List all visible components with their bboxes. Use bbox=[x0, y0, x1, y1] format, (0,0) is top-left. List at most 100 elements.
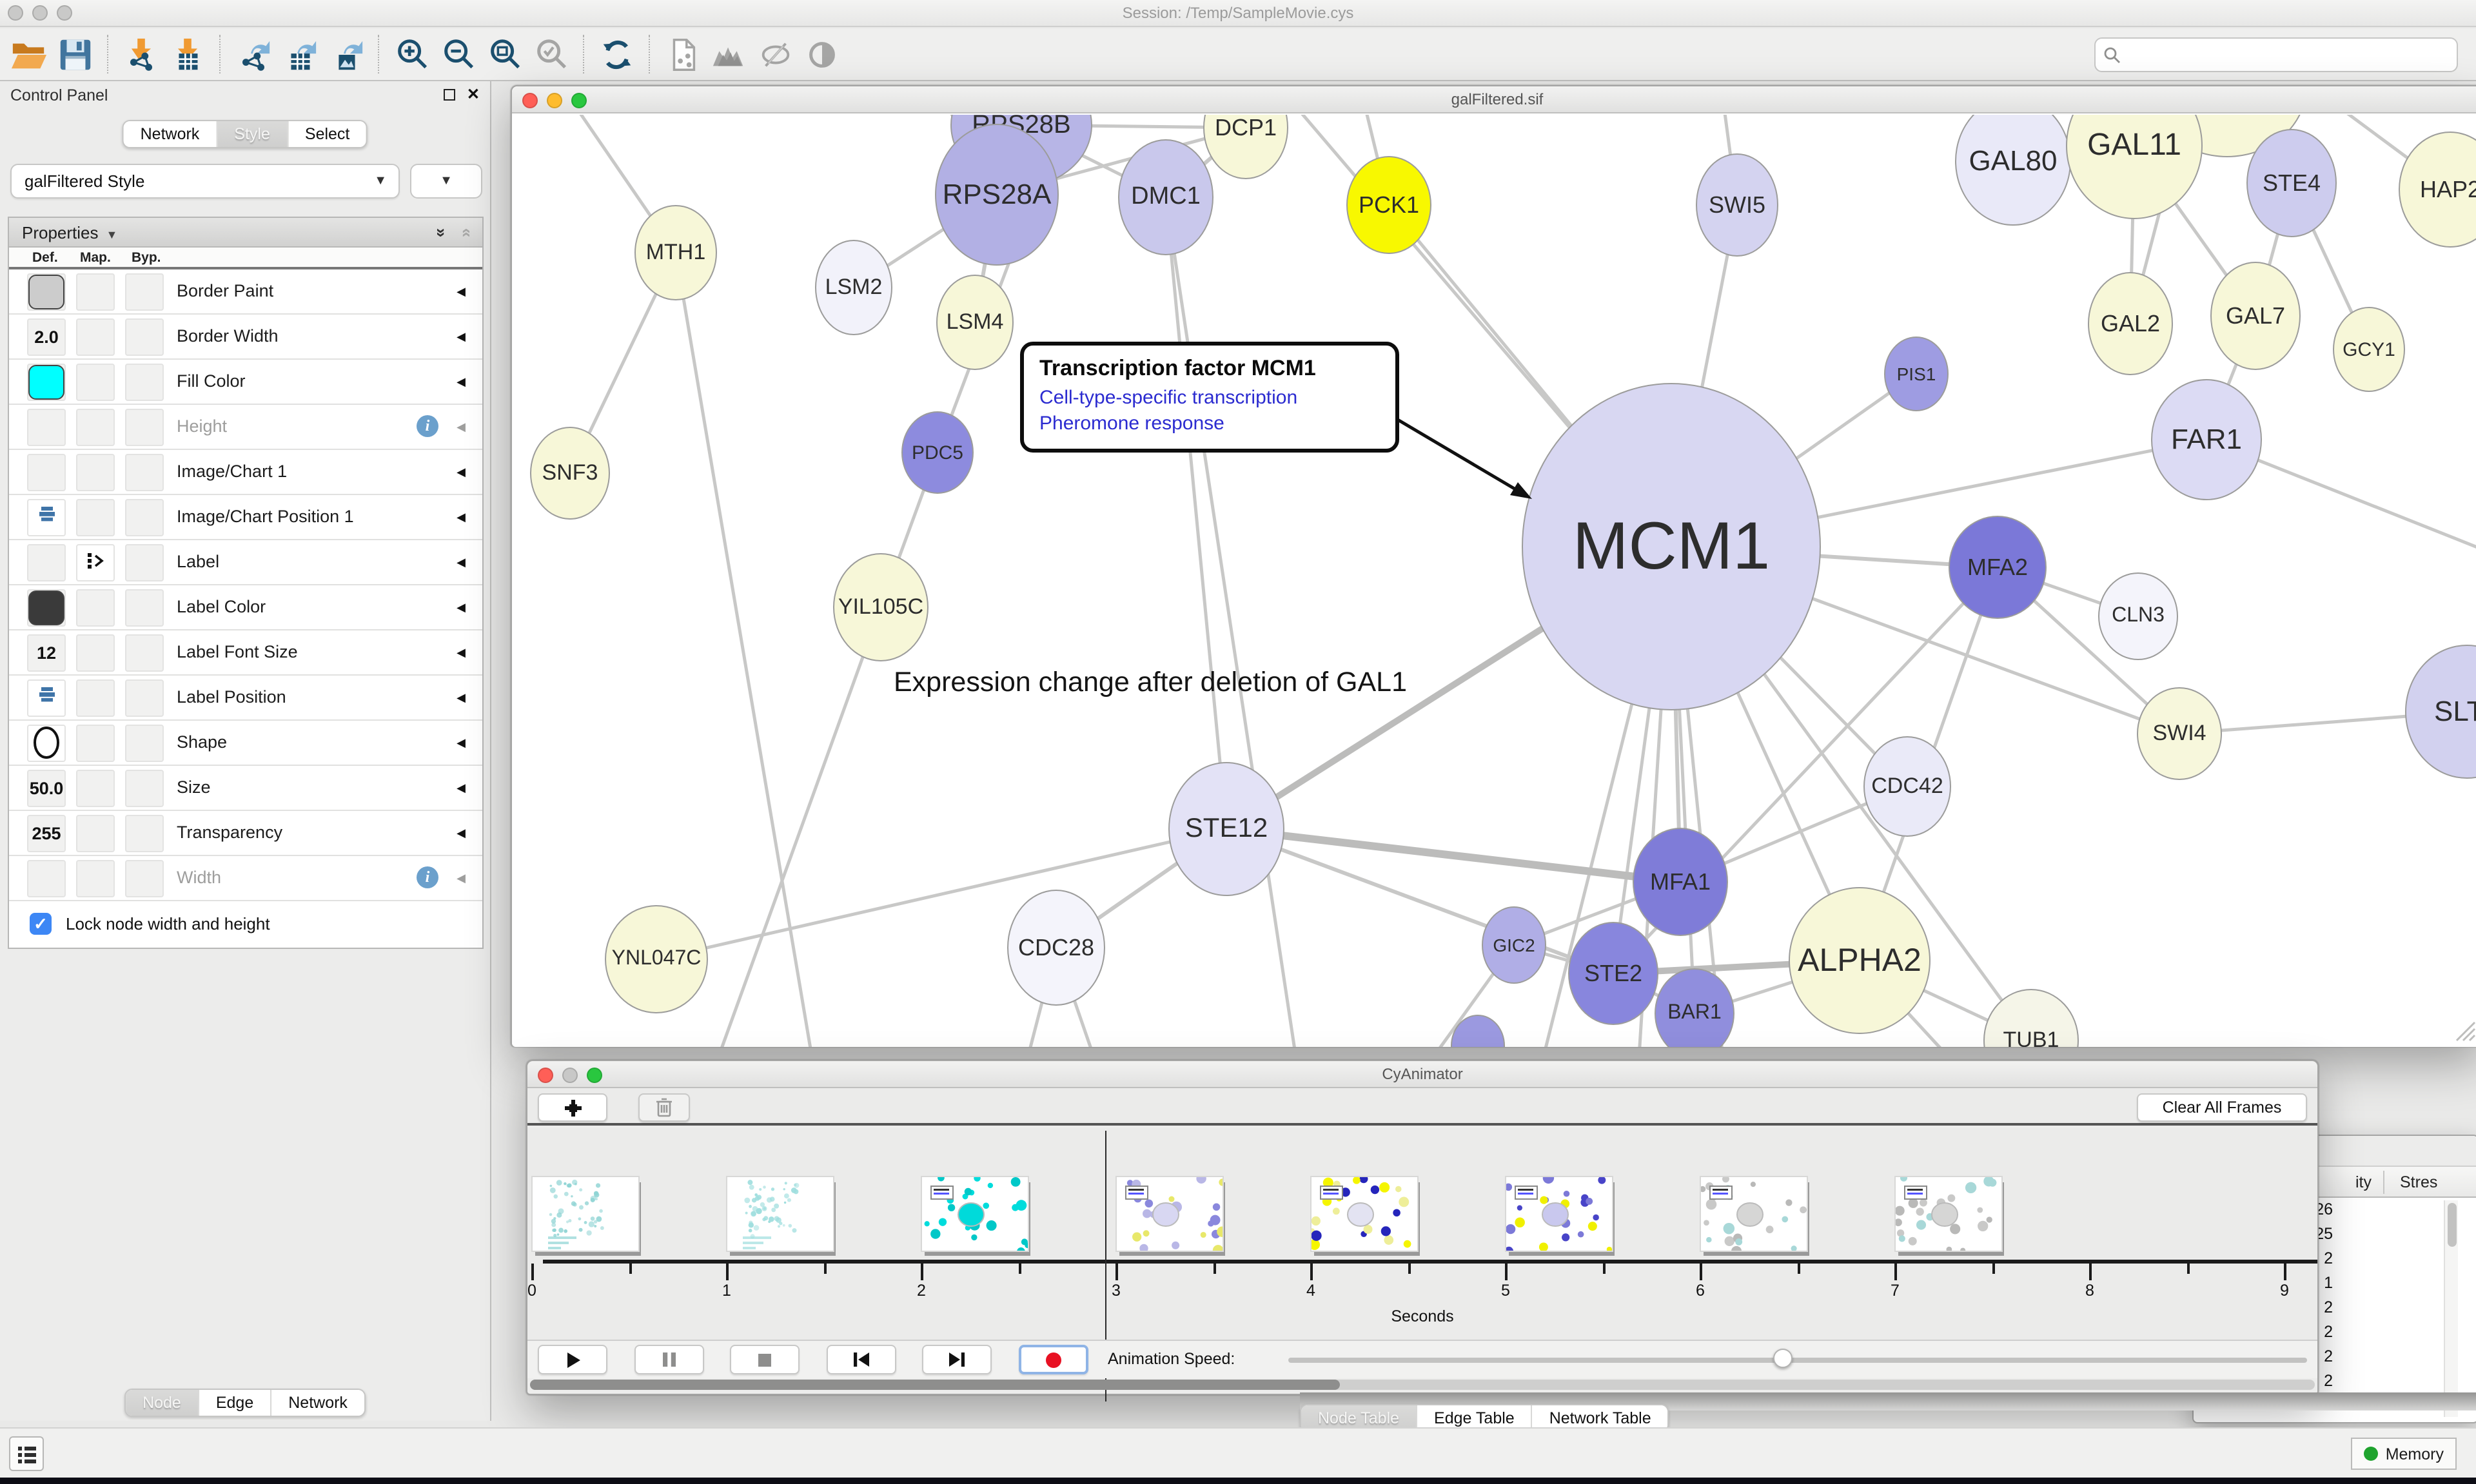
property-row-image-chart-position-1[interactable]: Image/Chart Position 1◀ bbox=[9, 495, 482, 540]
property-row-transparency[interactable]: 255Transparency◀ bbox=[9, 811, 482, 856]
node-snf3[interactable]: SNF3 bbox=[530, 427, 610, 520]
default-value-cell[interactable] bbox=[27, 725, 66, 762]
zoom-window-icon[interactable] bbox=[571, 93, 587, 108]
network-window-titlebar[interactable]: galFiltered.sif bbox=[512, 86, 2476, 113]
collapse-arrow-icon[interactable]: ◀ bbox=[457, 495, 466, 539]
bypass-cell[interactable] bbox=[125, 544, 164, 581]
node-pdc5[interactable]: PDC5 bbox=[901, 411, 974, 494]
annotation-box[interactable]: Transcription factor MCM1 Cell-type-spec… bbox=[1020, 342, 1399, 452]
collapse-arrow-icon[interactable]: ◀ bbox=[457, 585, 466, 629]
style-selector[interactable]: galFiltered Style ▼ bbox=[10, 164, 400, 199]
property-row-fill-color[interactable]: Fill Color◀ bbox=[9, 360, 482, 405]
bypass-cell[interactable] bbox=[125, 770, 164, 807]
table-column-ity[interactable]: ity bbox=[2355, 1167, 2372, 1198]
frame-thumbnail-6[interactable] bbox=[1700, 1176, 1808, 1252]
node-mfa1[interactable]: MFA1 bbox=[1633, 828, 1728, 936]
style-tab-node[interactable]: Node bbox=[126, 1390, 198, 1416]
export-table-button[interactable] bbox=[276, 31, 322, 77]
table-vertical-scrollbar[interactable] bbox=[2444, 1200, 2458, 1417]
scrollbar-thumb[interactable] bbox=[2448, 1203, 2457, 1247]
bypass-cell[interactable] bbox=[125, 364, 164, 401]
animation-speed-slider[interactable] bbox=[1288, 1358, 2307, 1363]
bypass-cell[interactable] bbox=[125, 273, 164, 311]
apply-layout-button[interactable] bbox=[593, 31, 640, 77]
birds-eye-view-button[interactable] bbox=[705, 31, 752, 77]
default-value-cell[interactable]: 50.0 bbox=[27, 770, 66, 807]
import-table-button[interactable] bbox=[164, 31, 210, 77]
minimize-window-icon[interactable] bbox=[32, 5, 48, 21]
open-session-button[interactable] bbox=[5, 31, 52, 77]
mapping-cell[interactable] bbox=[76, 318, 115, 356]
info-icon[interactable]: i bbox=[417, 866, 438, 888]
close-window-icon[interactable] bbox=[522, 93, 538, 108]
node-mth1[interactable]: MTH1 bbox=[634, 205, 717, 300]
mapping-cell[interactable] bbox=[76, 725, 115, 762]
mapping-cell[interactable] bbox=[76, 364, 115, 401]
node-alpha2[interactable]: ALPHA2 bbox=[1789, 887, 1931, 1034]
style-tab-network[interactable]: Network bbox=[270, 1390, 364, 1416]
mapping-cell[interactable] bbox=[76, 454, 115, 491]
property-row-label-color[interactable]: Label Color◀ bbox=[9, 585, 482, 630]
mapping-cell[interactable] bbox=[76, 273, 115, 311]
task-history-button[interactable] bbox=[9, 1436, 44, 1471]
previous-frame-button[interactable] bbox=[826, 1345, 896, 1374]
minimize-window-icon[interactable] bbox=[562, 1068, 578, 1083]
collapse-arrow-icon[interactable]: ◀ bbox=[457, 811, 466, 855]
mapping-cell[interactable] bbox=[76, 815, 115, 852]
bypass-cell[interactable] bbox=[125, 725, 164, 762]
pause-button[interactable] bbox=[634, 1345, 703, 1374]
search-field[interactable] bbox=[2094, 37, 2458, 72]
node-pis1[interactable]: PIS1 bbox=[1884, 337, 1949, 411]
mapping-cell[interactable] bbox=[76, 679, 115, 717]
node-ste2[interactable]: STE2 bbox=[1568, 922, 1658, 1025]
default-value-cell[interactable] bbox=[27, 454, 66, 491]
default-value-cell[interactable] bbox=[27, 544, 66, 581]
node-cdc42[interactable]: CDC42 bbox=[1863, 736, 1951, 837]
node-ste12[interactable]: STE12 bbox=[1168, 762, 1284, 896]
collapse-arrow-icon[interactable]: ◀ bbox=[457, 360, 466, 404]
frame-thumbnail-3[interactable] bbox=[1115, 1176, 1224, 1252]
collapse-arrow-icon[interactable]: ◀ bbox=[457, 269, 466, 313]
float-window-icon[interactable] bbox=[444, 89, 455, 101]
node-far1[interactable]: FAR1 bbox=[2151, 379, 2262, 500]
property-row-width[interactable]: Widthi◀ bbox=[9, 856, 482, 901]
tab-style[interactable]: Style bbox=[216, 121, 287, 147]
collapse-arrow-icon[interactable]: ◀ bbox=[457, 630, 466, 674]
export-image-button[interactable] bbox=[322, 31, 369, 77]
minimize-window-icon[interactable] bbox=[547, 93, 562, 108]
default-value-cell[interactable] bbox=[27, 589, 66, 627]
node-swi5[interactable]: SWI5 bbox=[1696, 153, 1778, 257]
collapse-all-icon[interactable]: » bbox=[450, 228, 480, 237]
lock-size-checkbox[interactable]: ✓ bbox=[30, 913, 52, 935]
property-row-border-width[interactable]: 2.0Border Width◀ bbox=[9, 315, 482, 360]
play-button[interactable] bbox=[538, 1345, 607, 1374]
annotation-link-2[interactable]: Pheromone response bbox=[1039, 411, 1380, 437]
default-value-cell[interactable] bbox=[27, 409, 66, 446]
zoom-selected-button[interactable] bbox=[527, 31, 574, 77]
close-window-icon[interactable] bbox=[538, 1068, 553, 1083]
annotation-link-1[interactable]: Cell-type-specific transcription bbox=[1039, 386, 1380, 411]
default-value-cell[interactable]: 2.0 bbox=[27, 318, 66, 356]
collapse-arrow-icon[interactable]: ◀ bbox=[457, 721, 466, 765]
annotation-arrow[interactable] bbox=[1376, 373, 1557, 514]
node-ynl047c[interactable]: YNL047C bbox=[605, 905, 708, 1013]
frame-thumbnail-1[interactable] bbox=[726, 1176, 834, 1252]
clear-all-frames-button[interactable]: Clear All Frames bbox=[2137, 1093, 2307, 1122]
frame-thumbnail-5[interactable] bbox=[1505, 1176, 1613, 1252]
node-mfa2[interactable]: MFA2 bbox=[1949, 516, 2047, 619]
bypass-cell[interactable] bbox=[125, 318, 164, 356]
zoom-window-icon[interactable] bbox=[587, 1068, 602, 1083]
close-window-icon[interactable] bbox=[8, 5, 23, 21]
memory-button[interactable]: Memory bbox=[2351, 1438, 2457, 1470]
stop-button[interactable] bbox=[730, 1345, 800, 1374]
node-gal7[interactable]: GAL7 bbox=[2210, 262, 2301, 370]
tab-network[interactable]: Network bbox=[124, 121, 217, 147]
zoom-fit-button[interactable] bbox=[481, 31, 527, 77]
style-options-button[interactable]: ▼ bbox=[410, 164, 482, 199]
next-frame-button[interactable] bbox=[922, 1345, 992, 1374]
collapse-arrow-icon[interactable]: ◀ bbox=[457, 676, 466, 719]
slider-thumb[interactable] bbox=[1773, 1349, 1793, 1368]
close-panel-icon[interactable]: ✕ bbox=[467, 85, 480, 103]
property-row-label-position[interactable]: Label Position◀ bbox=[9, 676, 482, 721]
properties-header[interactable]: Properties▼ » » bbox=[9, 218, 482, 248]
